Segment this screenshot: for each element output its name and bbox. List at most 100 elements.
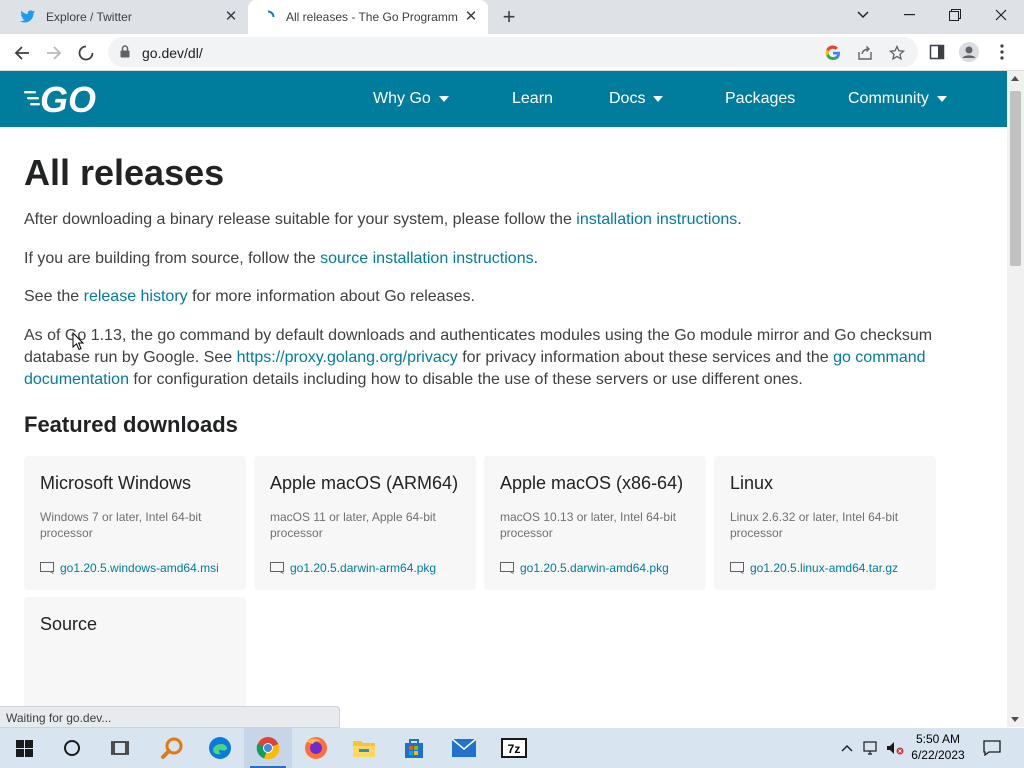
nav-why-go[interactable]: Why Go — [373, 71, 449, 127]
para-text: . — [737, 211, 742, 228]
google-translate-icon[interactable] — [824, 44, 842, 62]
tab-strip: Explore / Twitter ✕ All releases - The G… — [0, 0, 1024, 34]
featured-downloads-heading: Featured downloads — [24, 412, 238, 437]
source-installation-link[interactable]: source installation instructions — [320, 250, 533, 267]
nav-label: Community — [848, 90, 929, 107]
twitter-icon — [20, 9, 36, 25]
download-link[interactable]: go1.20.5.linux-amd64.tar.gz — [730, 561, 898, 575]
download-file-icon — [270, 562, 284, 574]
download-card-linux[interactable]: Linux Linux 2.6.32 or later, Intel 64-bi… — [714, 456, 936, 590]
go-logo[interactable]: GO — [24, 79, 108, 120]
vertical-scrollbar[interactable] — [1007, 71, 1024, 727]
mail-icon[interactable] — [440, 728, 488, 768]
nav-docs[interactable]: Docs — [609, 71, 664, 127]
store-icon[interactable] — [390, 728, 438, 768]
side-panel-icon[interactable] — [926, 41, 948, 63]
url-text[interactable]: go.dev/dl/ — [142, 45, 203, 61]
caret-down-icon — [438, 96, 449, 102]
scrollbar-thumb[interactable] — [1010, 91, 1021, 266]
close-icon[interactable]: ✕ — [464, 9, 478, 24]
download-file-icon — [730, 562, 744, 574]
para-text: After downloading a binary release suita… — [24, 211, 577, 228]
svg-text:GO: GO — [40, 83, 96, 115]
caret-down-icon — [653, 96, 664, 102]
download-filename: go1.20.5.darwin-amd64.pkg — [520, 561, 669, 575]
stop-loading-icon[interactable] — [74, 41, 98, 65]
install-paragraph: After downloading a binary release suita… — [24, 209, 944, 231]
module-mirror-paragraph: As of Go 1.13, the go command by default… — [24, 325, 944, 391]
card-os-title: Linux — [730, 473, 774, 493]
download-link[interactable]: go1.20.5.windows-amd64.msi — [40, 561, 219, 575]
card-os-title: Source — [40, 614, 98, 634]
source-paragraph: If you are building from source, follow … — [24, 248, 944, 270]
download-card-macos-arm64[interactable]: Apple macOS (ARM64) macOS 11 or later, A… — [254, 456, 476, 590]
tab-title: All releases - The Go Programming Langua… — [286, 10, 458, 24]
card-description: macOS 10.13 or later, Intel 64-bit proce… — [500, 510, 677, 540]
address-bar[interactable]: go.dev/dl/ — [108, 37, 918, 67]
chrome-icon[interactable] — [244, 728, 292, 768]
download-card-windows[interactable]: Microsoft Windows Windows 7 or later, In… — [24, 456, 246, 590]
clock-date: 6/22/2023 — [911, 748, 965, 762]
clock-time: 5:50 AM — [915, 732, 961, 746]
firefox-icon[interactable] — [292, 728, 340, 768]
nav-packages[interactable]: Packages — [725, 71, 795, 127]
mouse-cursor-icon — [72, 331, 85, 356]
nav-learn[interactable]: Learn — [512, 71, 553, 127]
svg-text:7z: 7z — [508, 742, 521, 756]
page-title: All releases — [24, 152, 225, 193]
tab-go-releases[interactable]: All releases - The Go Programming Langua… — [248, 0, 488, 34]
bookmark-star-icon[interactable] — [888, 44, 906, 62]
nav-label: Learn — [512, 90, 553, 107]
edge-icon[interactable] — [196, 728, 244, 768]
browser-toolbar: go.dev/dl/ — [0, 34, 1024, 71]
profile-avatar-icon[interactable] — [958, 41, 980, 63]
start-icon[interactable] — [0, 728, 48, 768]
scroll-down-icon[interactable] — [1011, 717, 1019, 722]
close-window-button[interactable] — [978, 0, 1024, 30]
task-view-icon[interactable] — [96, 728, 144, 768]
nav-community[interactable]: Community — [848, 71, 947, 127]
close-icon[interactable]: ✕ — [224, 9, 238, 24]
notifications-icon[interactable] — [978, 728, 1006, 768]
minimize-button[interactable] — [886, 0, 932, 30]
para-text: See the — [24, 288, 84, 305]
installation-instructions-link[interactable]: installation instructions — [576, 211, 737, 228]
card-os-title: Apple macOS (x86-64) — [500, 473, 684, 493]
search-app-icon[interactable] — [148, 728, 196, 768]
proxy-privacy-link[interactable]: https://proxy.golang.org/privacy — [237, 349, 458, 366]
scroll-up-icon[interactable] — [1011, 76, 1019, 81]
taskbar: 7z 5:50 AM 6/22/2023 — [0, 728, 1024, 768]
search-icon[interactable] — [48, 728, 96, 768]
lock-icon[interactable] — [120, 45, 130, 63]
more-menu-icon[interactable] — [991, 41, 1013, 63]
download-link[interactable]: go1.20.5.darwin-amd64.pkg — [500, 561, 669, 575]
7zip-icon[interactable]: 7z — [490, 728, 538, 768]
network-icon[interactable] — [860, 728, 882, 768]
restore-button[interactable] — [932, 0, 978, 30]
download-file-icon — [40, 562, 54, 574]
system-clock[interactable]: 5:50 AM 6/22/2023 — [904, 731, 972, 763]
para-text: for privacy information about these serv… — [457, 349, 834, 366]
caret-down-icon — [936, 96, 947, 102]
card-description: Windows 7 or later, Intel 64-bit process… — [40, 510, 202, 540]
nav-label: Packages — [725, 90, 796, 107]
tab-title: Explore / Twitter — [46, 10, 132, 24]
download-card-macos-x86[interactable]: Apple macOS (x86-64) macOS 10.13 or late… — [484, 456, 706, 590]
forward-arrow-icon[interactable] — [42, 41, 66, 65]
tab-twitter[interactable]: Explore / Twitter ✕ — [8, 0, 248, 34]
history-paragraph: See the release history for more informa… — [24, 286, 944, 308]
download-link[interactable]: go1.20.5.darwin-arm64.pkg — [270, 561, 436, 575]
loading-spinner-icon — [260, 9, 276, 25]
tab-search-chevron-icon[interactable] — [840, 0, 886, 30]
back-arrow-icon[interactable] — [10, 41, 34, 65]
card-description: Linux 2.6.32 or later, Intel 64-bit proc… — [730, 510, 899, 540]
download-filename: go1.20.5.linux-amd64.tar.gz — [750, 561, 899, 575]
para-text: for more information about Go releases. — [187, 288, 475, 305]
release-history-link[interactable]: release history — [84, 288, 188, 305]
new-tab-button[interactable]: + — [498, 6, 520, 29]
chevron-up-icon[interactable] — [838, 728, 856, 768]
volume-muted-icon[interactable] — [884, 728, 906, 768]
file-explorer-icon[interactable] — [340, 728, 388, 768]
share-icon[interactable] — [856, 44, 874, 62]
para-text: If you are building from source, follow … — [24, 250, 321, 267]
